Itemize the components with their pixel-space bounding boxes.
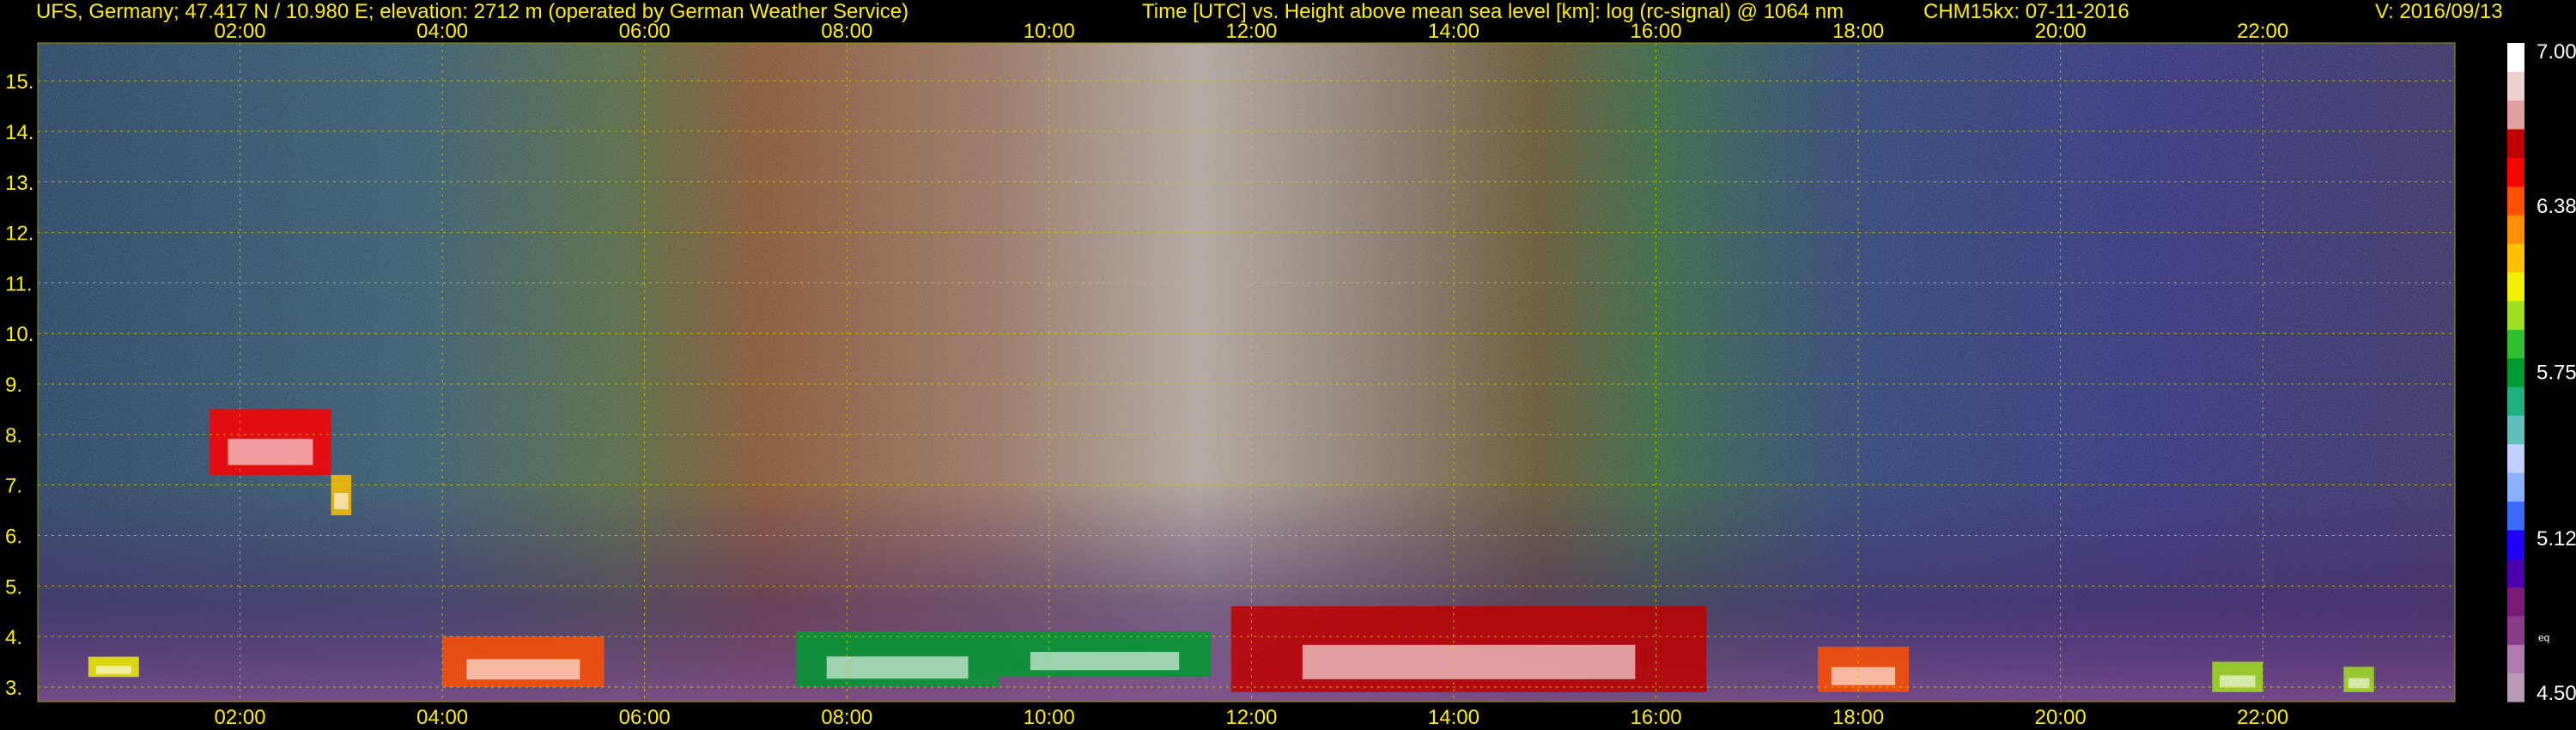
x-tick-top-22:00: 22:00 [2237,20,2288,43]
colorbar-segment-10 [2507,386,2524,417]
x-tick-bottom-02:00: 02:00 [215,706,266,729]
y-tick-10: 10. [5,323,33,346]
x-tick-bottom-04:00: 04:00 [416,706,468,729]
y-tick-6: 6. [5,525,22,548]
x-tick-bottom-20:00: 20:00 [2035,706,2087,729]
lidar-backscatter-chart: 02:00 04:00 06:00 08:00 10:00 12:00 14:00 16:00… [5,20,2576,729]
cloud-core-4 [826,656,969,679]
colorbar-segment-7 [2507,472,2524,502]
cloud-core-0 [228,438,313,465]
x-tick-bottom-12:00: 12:00 [1225,706,1277,729]
y-tick-15: 15. [5,70,33,94]
cloud-core-7 [1831,666,1896,685]
cloud-core-6 [1302,644,1636,679]
x-tick-bottom-18:00: 18:00 [1832,706,1884,729]
y-tick-13: 13. [5,172,33,195]
colorbar-segment-15 [2507,243,2524,273]
colorbar-segment-1 [2507,644,2524,674]
y-tick-7: 7. [5,475,22,498]
colorbar-segment-21 [2507,71,2524,101]
x-tick-bottom-08:00: 08:00 [821,706,872,729]
x-tick-top-16:00: 16:00 [1630,20,1681,43]
colorbar: 7.00 6.38 5.75 5.12 4.50 eq [2507,40,2576,705]
colorbar-segment-20 [2507,100,2524,130]
cloud-core-8 [2220,675,2256,688]
colorbar-label-5.12: 5.12 [2537,527,2576,551]
x-tick-bottom-16:00: 16:00 [1630,706,1681,729]
colorbar-segment-3 [2507,587,2524,617]
x-tick-bottom-10:00: 10:00 [1024,706,1075,729]
colorbar-label-6.38: 6.38 [2537,195,2576,218]
colorbar-segment-19 [2507,129,2524,158]
x-axis-bottom: 02:00 04:00 06:00 08:00 10:00 12:00 14:00 16:00… [215,706,2289,729]
x-tick-top-08:00: 08:00 [821,20,872,43]
colorbar-segment-22 [2507,43,2524,72]
x-tick-top-10:00: 10:00 [1024,20,1075,43]
x-tick-bottom-06:00: 06:00 [619,706,671,729]
cloud-core-1 [334,493,349,509]
cloud-core-5 [1030,652,1180,671]
colorbar-segment-12 [2507,329,2524,359]
x-tick-bottom-14:00: 14:00 [1428,706,1479,729]
x-tick-top-06:00: 06:00 [619,20,671,43]
colorbar-label-7.00: 7.00 [2537,40,2576,64]
cloud-core-9 [2348,678,2370,689]
y-tick-3: 3. [5,677,22,700]
colorbar-segment-17 [2507,186,2524,216]
x-tick-top-20:00: 20:00 [2035,20,2087,43]
colorbar-segment-2 [2507,615,2524,645]
y-tick-4: 4. [5,626,22,649]
colorbar-label-4.50: 4.50 [2537,682,2576,705]
colorbar-segment-8 [2507,443,2524,473]
y-tick-8: 8. [5,424,22,447]
colorbar-segment-6 [2507,501,2524,531]
y-axis: 3. 4. 5. 6. 7. 8. 9. 10. 11. 12. 13. 14. 15. [5,70,33,700]
colorbar-segment-0 [2507,672,2524,703]
colorbar-segment-5 [2507,529,2524,559]
y-tick-11: 11. [5,272,33,295]
colorbar-segment-4 [2507,558,2524,588]
y-tick-14: 14. [5,121,33,144]
colorbar-segment-11 [2507,357,2524,387]
x-tick-bottom-22:00: 22:00 [2237,706,2288,729]
cloud-core-3 [466,659,580,680]
x-tick-top-04:00: 04:00 [416,20,468,43]
x-axis-top: 02:00 04:00 06:00 08:00 10:00 12:00 14:00 16:00… [215,20,2289,43]
colorbar-eq-label: eq [2538,631,2549,643]
colorbar-segment-14 [2507,271,2524,301]
colorbar-segment-13 [2507,301,2524,330]
x-tick-top-18:00: 18:00 [1832,20,1884,43]
colorbar-segment-9 [2507,415,2524,445]
x-tick-top-12:00: 12:00 [1225,20,1277,43]
x-tick-top-14:00: 14:00 [1428,20,1479,43]
y-tick-5: 5. [5,575,22,599]
cloud-core-2 [95,666,131,674]
y-tick-12: 12. [5,222,33,246]
y-tick-9: 9. [5,374,22,397]
x-tick-top-02:00: 02:00 [215,20,266,43]
colorbar-segment-18 [2507,157,2524,187]
colorbar-segment-16 [2507,215,2524,244]
colorbar-label-5.75: 5.75 [2537,362,2576,385]
